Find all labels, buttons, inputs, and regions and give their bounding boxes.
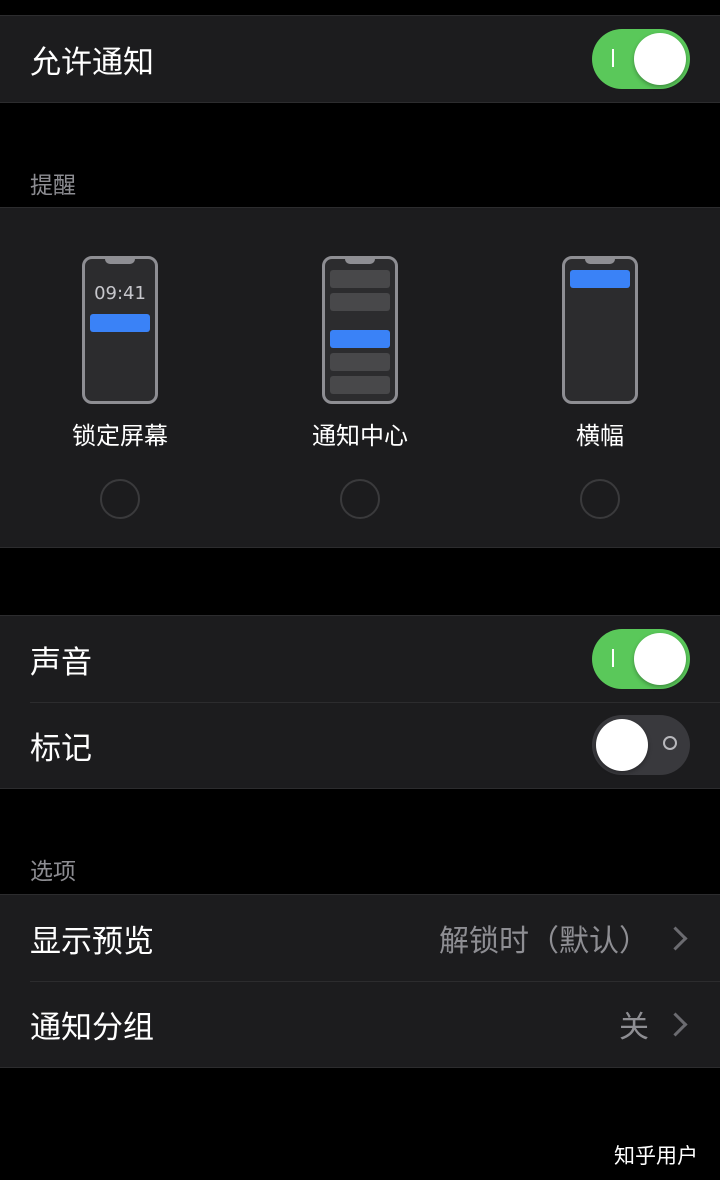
allow-notifications-label: 允许通知	[30, 44, 154, 81]
show-previews-row[interactable]: 显示预览 解锁时（默认）	[0, 895, 720, 981]
sound-toggle[interactable]	[592, 629, 690, 689]
notification-bar	[570, 270, 630, 288]
badge-label: 标记	[30, 730, 92, 767]
sounds-badges-group: 声音 标记	[0, 615, 720, 789]
alerts-group: 09:41 锁定屏幕 通知中心 横幅	[0, 207, 720, 548]
sound-row: 声音	[0, 616, 720, 702]
show-previews-value: 解锁时（默认）	[439, 924, 649, 959]
toggle-knob	[596, 719, 648, 771]
chevron-right-icon	[663, 1011, 688, 1037]
notification-center-radio[interactable]	[340, 479, 380, 519]
options-group: 显示预览 解锁时（默认） 通知分组 关	[0, 894, 720, 1068]
notification-bar	[90, 314, 150, 332]
notification-grouping-row[interactable]: 通知分组 关	[0, 981, 720, 1067]
alert-option-label: 锁定屏幕	[72, 422, 168, 450]
notification-bar	[330, 376, 390, 394]
alert-option-notification-center[interactable]: 通知中心	[280, 256, 440, 519]
badge-toggle[interactable]	[592, 715, 690, 775]
alert-option-banners[interactable]: 横幅	[520, 256, 680, 519]
lock-screen-time: 09:41	[94, 283, 146, 304]
notification-grouping-value: 关	[619, 1010, 649, 1045]
lock-screen-radio[interactable]	[100, 479, 140, 519]
allow-notifications-group: 允许通知	[0, 15, 720, 103]
watermark: 知乎用户	[614, 1144, 698, 1168]
alert-option-label: 通知中心	[312, 422, 408, 450]
toggle-knob	[634, 633, 686, 685]
notification-center-phone-icon	[322, 256, 398, 404]
alert-option-lock-screen[interactable]: 09:41 锁定屏幕	[40, 256, 200, 519]
options-section-header: 选项	[30, 859, 76, 885]
notification-bar	[330, 353, 390, 371]
lock-screen-phone-icon: 09:41	[82, 256, 158, 404]
phone-notch	[105, 258, 135, 264]
phone-notch	[585, 258, 615, 264]
toggle-off-mark-icon	[663, 736, 677, 750]
show-previews-label: 显示预览	[30, 923, 154, 960]
notification-bar	[330, 270, 390, 288]
toggle-on-mark-icon	[612, 649, 614, 667]
alert-option-label: 横幅	[576, 422, 624, 450]
sound-label: 声音	[30, 644, 92, 681]
phone-notch	[345, 258, 375, 264]
chevron-right-icon	[663, 925, 688, 951]
banners-phone-icon	[562, 256, 638, 404]
toggle-on-mark-icon	[612, 49, 614, 67]
notification-grouping-label: 通知分组	[30, 1009, 154, 1046]
notification-bar	[330, 293, 390, 311]
badge-row: 标记	[0, 702, 720, 788]
banners-radio[interactable]	[580, 479, 620, 519]
allow-notifications-row: 允许通知	[0, 16, 720, 102]
allow-notifications-toggle[interactable]	[592, 29, 690, 89]
toggle-knob	[634, 33, 686, 85]
notification-bar	[330, 330, 390, 348]
alerts-section-header: 提醒	[30, 173, 76, 199]
